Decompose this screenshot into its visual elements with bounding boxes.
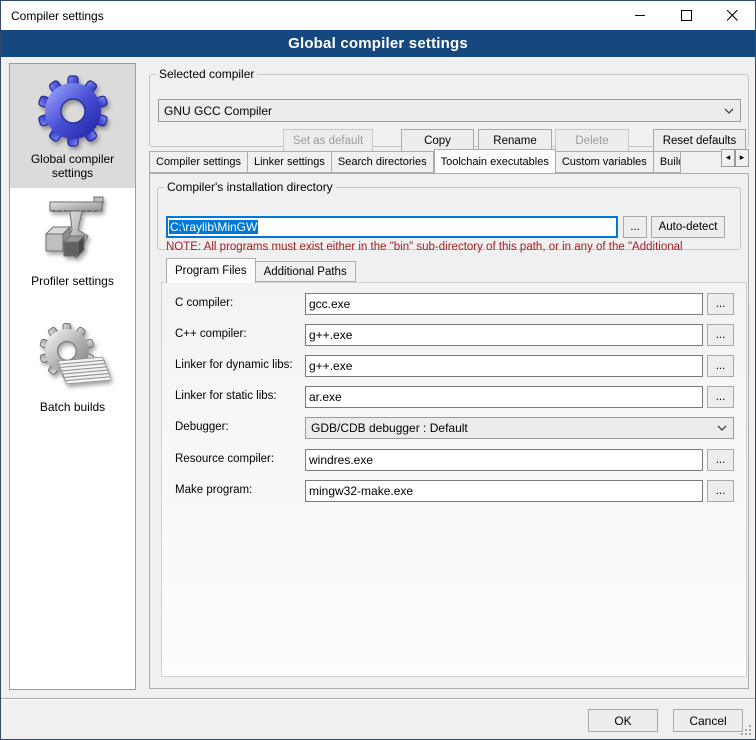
debugger-select-value: GDB/CDB debugger : Default [311, 421, 468, 435]
sidebar-item-label: Batch builds [10, 398, 135, 422]
make-program-input[interactable] [305, 480, 703, 502]
field-row-c-compiler: C compiler: ... [162, 293, 746, 315]
tab-compiler-settings[interactable]: Compiler settings [149, 151, 248, 173]
browse-install-dir-button[interactable]: ... [623, 216, 647, 238]
subtab-program-files[interactable]: Program Files [166, 258, 256, 283]
scroll-left-icon: ◂ [726, 153, 731, 163]
selected-compiler-group: Selected compiler GNU GCC Compiler Set a… [149, 67, 749, 147]
titlebar: Compiler settings [1, 1, 755, 30]
dynamic-linker-input[interactable] [305, 355, 703, 377]
chevron-down-icon [717, 425, 727, 431]
minimize-button[interactable] [617, 1, 663, 30]
blue-gear-icon [36, 74, 110, 148]
install-dir-note: NOTE: All programs must exist either in … [166, 241, 738, 253]
tab-linker-settings[interactable]: Linker settings [248, 151, 332, 173]
field-label: Make program: [175, 484, 252, 496]
browse-c-compiler-button[interactable]: ... [707, 293, 734, 315]
scroll-right-icon: ▸ [740, 153, 745, 163]
window-controls [617, 1, 755, 30]
compiler-select[interactable]: GNU GCC Compiler [158, 99, 741, 122]
install-dir-input[interactable]: C:\raylib\MinGW [166, 216, 618, 238]
tab-build-options-truncated[interactable]: Build [654, 151, 681, 173]
field-row-resource-compiler: Resource compiler: ... [162, 449, 746, 471]
browse-static-linker-button[interactable]: ... [707, 386, 734, 408]
cancel-button[interactable]: Cancel [673, 709, 743, 732]
compiler-settings-window: Compiler settings Global compiler settin… [0, 0, 756, 740]
tab-scroll-left-button[interactable]: ◂ [721, 149, 735, 167]
field-row-cpp-compiler: C++ compiler: ... [162, 324, 746, 346]
settings-tab-bar: Compiler settings Linker settings Search… [149, 148, 749, 173]
toolchain-executables-panel: Compiler's installation directory C:\ray… [149, 173, 749, 689]
sidebar-item-profiler-settings[interactable]: Profiler settings [10, 196, 135, 296]
tab-search-directories[interactable]: Search directories [332, 151, 434, 173]
maximize-button[interactable] [663, 1, 709, 30]
cpp-compiler-input[interactable] [305, 324, 703, 346]
sidebar-item-batch-builds[interactable]: Batch builds [10, 322, 135, 422]
install-dir-row: C:\raylib\MinGW ... Auto-detect [166, 216, 725, 238]
browse-cpp-compiler-button[interactable]: ... [707, 324, 734, 346]
main-area: Selected compiler GNU GCC Compiler Set a… [149, 57, 749, 699]
tab-custom-variables[interactable]: Custom variables [556, 151, 654, 173]
field-label: C compiler: [175, 297, 233, 309]
program-files-panel: C compiler: ... C++ compiler: ... Linker… [161, 282, 747, 677]
subtab-additional-paths[interactable]: Additional Paths [256, 261, 356, 282]
field-label: Linker for static libs: [175, 390, 277, 402]
field-label: Linker for dynamic libs: [175, 359, 293, 371]
toolchain-subtab-bar: Program Files Additional Paths [166, 257, 356, 282]
browse-make-program-button[interactable]: ... [707, 480, 734, 502]
chevron-down-icon [724, 108, 734, 114]
field-row-debugger: Debugger: GDB/CDB debugger : Default [162, 417, 746, 439]
browse-resource-compiler-button[interactable]: ... [707, 449, 734, 471]
resize-grip[interactable] [741, 725, 752, 736]
c-compiler-input[interactable] [305, 293, 703, 315]
tab-scroll-buttons: ◂ ▸ [721, 149, 749, 167]
dialog-banner-title: Global compiler settings [1, 30, 755, 57]
sidebar-item-label: Global compiler settings [10, 150, 135, 188]
field-row-dynamic-linker: Linker for dynamic libs: ... [162, 355, 746, 377]
browse-dynamic-linker-button[interactable]: ... [707, 355, 734, 377]
settings-category-sidebar: Global compiler settings [9, 63, 136, 690]
sidebar-item-label: Profiler settings [10, 272, 135, 296]
minimize-icon [635, 10, 646, 21]
auto-detect-button[interactable]: Auto-detect [651, 216, 725, 238]
install-dir-group: Compiler's installation directory C:\ray… [157, 180, 741, 250]
ok-button[interactable]: OK [588, 709, 658, 732]
window-title: Compiler settings [1, 9, 104, 23]
tab-scroll-right-button[interactable]: ▸ [735, 149, 749, 167]
caliper-icon [36, 196, 110, 270]
resource-compiler-input[interactable] [305, 449, 703, 471]
compiler-select-value: GNU GCC Compiler [164, 104, 272, 118]
install-dir-selected-text: C:\raylib\MinGW [169, 220, 258, 234]
close-button[interactable] [709, 1, 755, 30]
debugger-select[interactable]: GDB/CDB debugger : Default [305, 417, 734, 439]
tab-toolchain-executables[interactable]: Toolchain executables [434, 149, 556, 173]
close-icon [727, 10, 738, 21]
field-row-static-linker: Linker for static libs: ... [162, 386, 746, 408]
gray-gear-stack-icon [36, 322, 110, 396]
field-label: Resource compiler: [175, 453, 274, 465]
footer-divider [1, 698, 756, 700]
install-dir-legend: Compiler's installation directory [164, 180, 336, 194]
field-label: C++ compiler: [175, 328, 247, 340]
field-label: Debugger: [175, 421, 229, 433]
static-linker-input[interactable] [305, 386, 703, 408]
maximize-icon [681, 10, 692, 21]
field-row-make-program: Make program: ... [162, 480, 746, 502]
selected-compiler-legend: Selected compiler [156, 67, 257, 81]
dialog-content: Global compiler settings [1, 57, 755, 699]
sidebar-item-global-compiler-settings[interactable]: Global compiler settings [10, 64, 135, 188]
